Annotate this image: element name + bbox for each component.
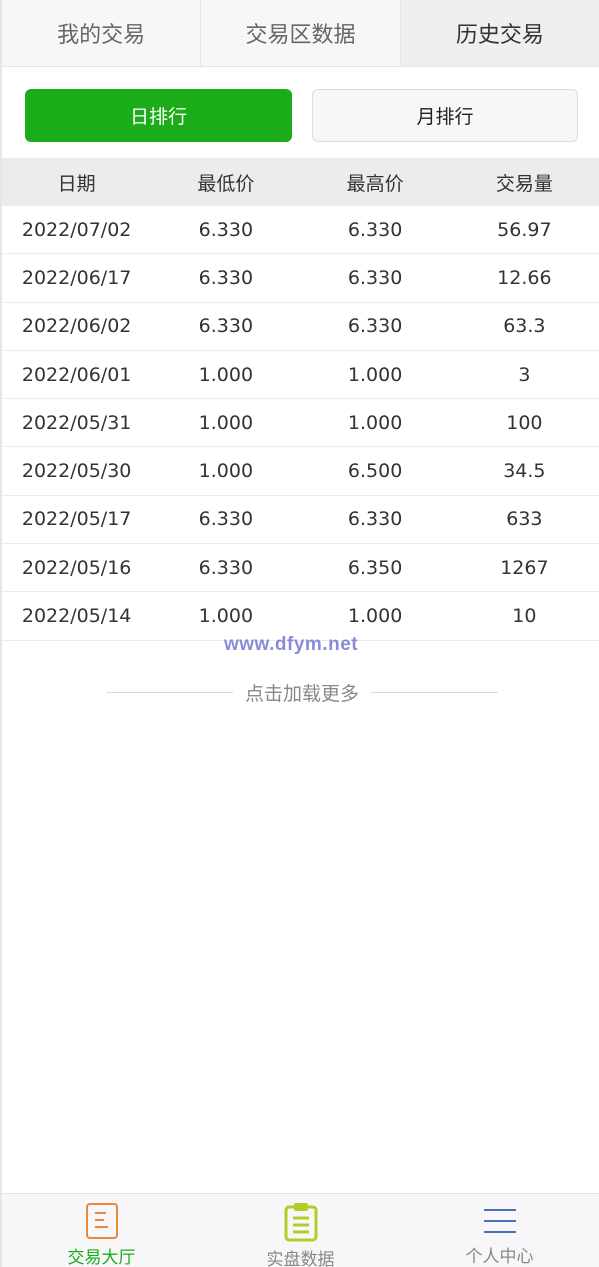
- nav-personal-center[interactable]: 个人中心: [400, 1194, 599, 1267]
- load-more-label[interactable]: 点击加载更多: [233, 679, 371, 706]
- table-row: 2022/05/30 1.000 6.500 34.5: [2, 447, 599, 496]
- bottom-navigation: 交易大厅 实盘数据 个人中心: [2, 1193, 599, 1267]
- document-list-icon: [82, 1202, 122, 1240]
- cell-low-price: 1.000: [198, 460, 254, 483]
- top-tab-bar: 我的交易 交易区数据 历史交易: [2, 0, 599, 67]
- cell-low-price: 1.000: [198, 605, 254, 628]
- table-row: 2022/07/02 6.330 6.330 56.97: [2, 206, 599, 255]
- cell-date: 2022/06/17: [21, 266, 132, 289]
- cell-date: 2022/05/31: [21, 411, 132, 434]
- header-date: 日期: [57, 172, 96, 195]
- history-table: 日期 最低价 最高价 交易量 2022/07/02 6.330 6.330 56.97…: [2, 158, 599, 641]
- divider-right: [371, 691, 499, 693]
- cell-volume: 1267: [500, 556, 549, 579]
- nav-live-data-label: 实盘数据: [266, 1250, 335, 1267]
- cell-low-price: 1.000: [198, 411, 254, 434]
- cell-date: 2022/05/14: [21, 605, 132, 628]
- table-header: 日期 最低价 最高价 交易量: [2, 158, 599, 206]
- cell-low-price: 6.330: [198, 508, 254, 531]
- tab-history-trades[interactable]: 历史交易: [400, 0, 599, 66]
- cell-volume: 34.5: [503, 460, 546, 483]
- cell-low-price: 6.330: [198, 556, 254, 579]
- load-more[interactable]: 点击加载更多: [106, 678, 499, 706]
- header-low-price: 最低价: [197, 172, 255, 195]
- tab-my-trades[interactable]: 我的交易: [2, 0, 202, 66]
- cell-high-price: 1.000: [347, 605, 403, 628]
- cell-high-price: 1.000: [347, 363, 403, 386]
- cell-low-price: 6.330: [198, 218, 254, 241]
- cell-volume: 10: [512, 605, 537, 628]
- cell-low-price: 6.330: [198, 266, 254, 289]
- cell-volume: 3: [518, 363, 531, 386]
- cell-low-price: 1.000: [198, 363, 254, 386]
- table-row: 2022/06/01 1.000 1.000 3: [2, 351, 599, 400]
- cell-date: 2022/06/01: [21, 363, 132, 386]
- monthly-ranking-button[interactable]: 月排行: [312, 89, 578, 142]
- cell-high-price: 6.330: [347, 266, 403, 289]
- header-volume: 交易量: [495, 172, 553, 195]
- cell-high-price: 6.330: [347, 315, 403, 338]
- table-row: 2022/05/16 6.330 6.350 1267: [2, 544, 599, 593]
- cell-date: 2022/05/17: [21, 508, 132, 531]
- cell-high-price: 6.330: [347, 218, 403, 241]
- cell-date: 2022/07/02: [21, 218, 132, 241]
- clipboard-icon: [281, 1202, 321, 1242]
- cell-date: 2022/05/16: [21, 556, 132, 579]
- cell-volume: 100: [506, 411, 543, 434]
- nav-personal-center-label: 个人中心: [465, 1247, 534, 1267]
- cell-high-price: 1.000: [347, 411, 403, 434]
- cell-volume: 56.97: [497, 218, 552, 241]
- table-row: 2022/06/17 6.330 6.330 12.66: [2, 254, 599, 303]
- cell-high-price: 6.350: [347, 556, 403, 579]
- cell-high-price: 6.330: [347, 508, 403, 531]
- cell-date: 2022/06/02: [21, 315, 132, 338]
- ranking-toggle: 日排行 月排行: [2, 67, 599, 158]
- cell-volume: 12.66: [497, 266, 552, 289]
- nav-live-data[interactable]: 实盘数据: [201, 1194, 400, 1267]
- table-row: 2022/06/02 6.330 6.330 63.3: [2, 303, 599, 351]
- table-row: 2022/05/31 1.000 1.000 100: [2, 399, 599, 448]
- cell-low-price: 6.330: [198, 315, 254, 338]
- cell-volume: 633: [506, 508, 543, 531]
- menu-lines-icon: [480, 1202, 520, 1239]
- watermark-text: www.dfym.net: [224, 634, 359, 655]
- cell-high-price: 6.500: [347, 460, 403, 483]
- header-high-price: 最高价: [346, 172, 404, 195]
- table-row: 2022/05/17 6.330 6.330 633: [2, 496, 599, 545]
- table-body: 2022/07/02 6.330 6.330 56.97 2022/06/17 6.330…: [2, 206, 599, 641]
- divider-left: [106, 691, 233, 693]
- daily-ranking-button[interactable]: 日排行: [25, 89, 292, 142]
- nav-trading-hall[interactable]: 交易大厅: [2, 1194, 201, 1267]
- nav-trading-hall-label: 交易大厅: [67, 1248, 136, 1267]
- cell-volume: 63.3: [503, 315, 546, 338]
- cell-date: 2022/05/30: [21, 460, 132, 483]
- tab-trade-zone-data[interactable]: 交易区数据: [201, 0, 401, 66]
